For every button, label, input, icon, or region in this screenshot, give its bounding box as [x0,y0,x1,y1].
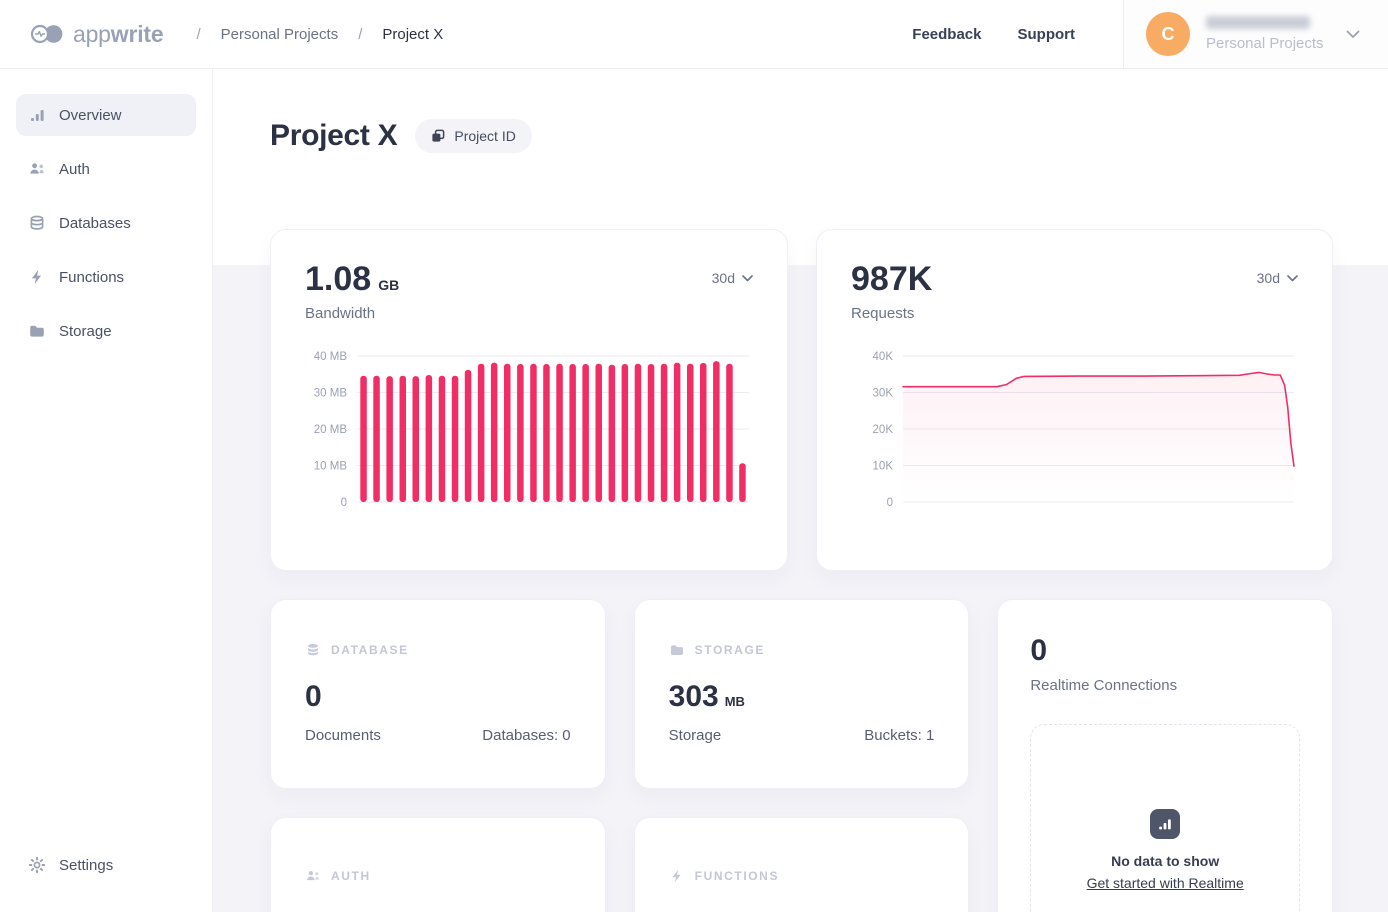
sidebar: Overview Auth Databases Functions Storag… [0,69,213,912]
documents-label: Documents [305,727,381,744]
users-icon [28,160,46,178]
realtime-card: 0 Realtime Connections No data to show G… [997,599,1333,912]
svg-text:0: 0 [887,497,893,509]
bar-chart-icon [1150,809,1180,839]
realtime-empty-state: No data to show Get started with Realtim… [1030,724,1300,912]
sidebar-item-functions[interactable]: Functions [16,256,196,298]
realtime-connections-label: Realtime Connections [1030,677,1300,694]
appwrite-logo[interactable]: appwrite [30,21,163,48]
sidebar-item-settings[interactable]: Settings [16,844,196,886]
storage-label: Storage [669,727,722,744]
database-section-label: DATABASE [331,643,409,657]
realtime-connections-count: 0 [1030,636,1300,666]
gear-icon [28,856,46,874]
copy-icon [431,129,445,143]
svg-text:20 MB: 20 MB [314,424,348,436]
breadcrumb-separator: / [196,26,200,43]
buckets-count-label: Buckets: 1 [864,727,934,744]
auth-section-label: AUTH [331,869,371,883]
breadcrumb: / Personal Projects / Project X [196,26,443,43]
svg-text:30 MB: 30 MB [314,388,348,400]
sidebar-item-label: Settings [59,857,113,874]
bandwidth-card: 1.08GB Bandwidth 30d 40 MB 30 MB 20 MB 10 M… [270,229,788,571]
service-cards-grid: DATABASE 0 Documents Databases: 0 STORAG… [270,599,1333,912]
chevron-down-icon [1346,30,1360,39]
requests-label: Requests [851,305,932,322]
top-nav: Feedback Support [912,26,1075,43]
appwrite-logo-icon [30,23,64,45]
feedback-link[interactable]: Feedback [912,26,981,43]
avatar: C [1146,12,1190,56]
svg-text:40 MB: 40 MB [314,351,348,363]
usage-charts-row: 1.08GB Bandwidth 30d 40 MB 30 MB 20 MB 10 M… [270,229,1333,571]
folder-icon [28,322,46,340]
chevron-down-icon [742,275,753,282]
top-bar: appwrite / Personal Projects / Project X… [0,0,1388,69]
chevron-down-icon [1287,275,1298,282]
sidebar-item-auth[interactable]: Auth [16,148,196,190]
user-menu[interactable]: C Personal Projects [1123,0,1388,68]
project-id-button[interactable]: Project ID [415,119,531,153]
lightning-icon [669,868,685,884]
svg-text:10 MB: 10 MB [314,461,348,473]
requests-value: 987K [851,262,932,296]
svg-text:40K: 40K [873,351,894,363]
project-id-label: Project ID [454,128,515,144]
database-card: DATABASE 0 Documents Databases: 0 [270,599,606,789]
sidebar-item-label: Auth [59,161,90,178]
functions-card: FUNCTIONS [634,817,970,912]
sidebar-item-storage[interactable]: Storage [16,310,196,352]
breadcrumb-separator: / [358,26,362,43]
functions-section-label: FUNCTIONS [695,869,779,883]
storage-section-label: STORAGE [695,643,765,657]
sidebar-item-overview[interactable]: Overview [16,94,196,136]
database-icon [28,214,46,232]
breadcrumb-project[interactable]: Project X [382,26,443,43]
bandwidth-label: Bandwidth [305,305,399,322]
user-org-label: Personal Projects [1206,35,1324,52]
storage-card: STORAGE 303MB Storage Buckets: 1 [634,599,970,789]
page-title: Project X [270,119,397,153]
get-started-realtime-link[interactable]: Get started with Realtime [1087,875,1244,891]
sidebar-item-label: Overview [59,107,122,124]
support-link[interactable]: Support [1018,26,1076,43]
svg-text:20K: 20K [873,424,894,436]
breadcrumb-personal-projects[interactable]: Personal Projects [221,26,339,43]
storage-size: 303MB [669,682,935,712]
auth-card: AUTH [270,817,606,912]
svg-text:30K: 30K [873,388,894,400]
redacted-user-name [1206,16,1310,29]
folder-icon [669,642,685,658]
bar-chart-icon [28,106,46,124]
appwrite-logo-text: appwrite [73,21,163,48]
sidebar-item-databases[interactable]: Databases [16,202,196,244]
lightning-icon [28,268,46,286]
bandwidth-chart: 40 MB 30 MB 20 MB 10 MB 0 [305,346,753,510]
svg-text:10K: 10K [873,461,894,473]
requests-chart: 40K 30K 20K 10K 0 [851,346,1298,510]
sidebar-item-label: Functions [59,269,124,286]
sidebar-item-label: Storage [59,323,112,340]
no-data-text: No data to show [1111,853,1219,869]
main-content: Project X Project ID 1.08GB Bandwidth 30… [213,69,1388,912]
users-icon [305,868,321,884]
requests-range-select[interactable]: 30d [1257,270,1298,286]
database-icon [305,642,321,658]
databases-count-label: Databases: 0 [482,727,570,744]
documents-count: 0 [305,682,571,712]
sidebar-item-label: Databases [59,215,131,232]
bandwidth-range-select[interactable]: 30d [712,270,753,286]
bandwidth-value: 1.08GB [305,262,399,296]
svg-text:0: 0 [341,497,347,509]
requests-card: 987K Requests 30d 40K 30K 20K 10K 0 [816,229,1333,571]
